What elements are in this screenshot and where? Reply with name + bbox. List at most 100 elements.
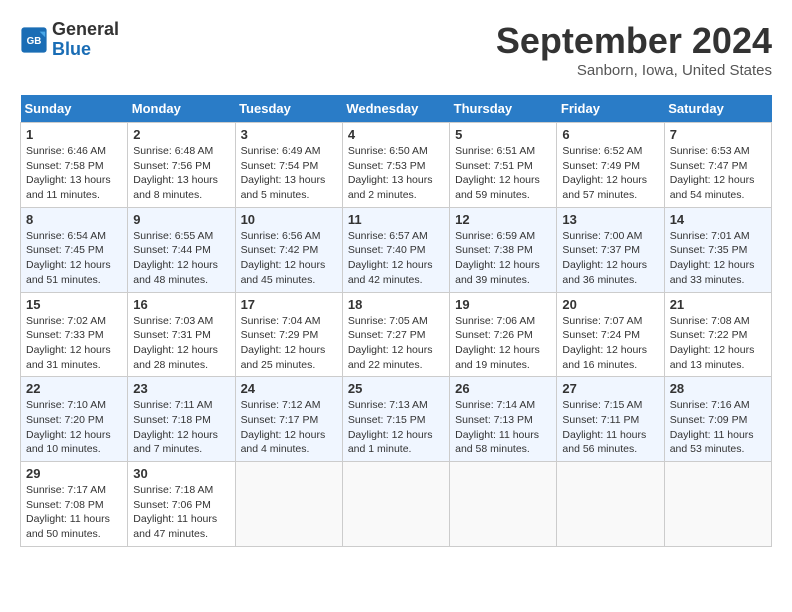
day-number: 10 — [241, 212, 337, 227]
day-info: Sunrise: 6:54 AM Sunset: 7:45 PM Dayligh… — [26, 229, 122, 288]
day-info: Sunrise: 6:59 AM Sunset: 7:38 PM Dayligh… — [455, 229, 551, 288]
day-info: Sunrise: 7:08 AM Sunset: 7:22 PM Dayligh… — [670, 314, 766, 373]
calendar-cell: 7 Sunrise: 6:53 AM Sunset: 7:47 PM Daylig… — [664, 123, 771, 208]
day-info: Sunrise: 7:18 AM Sunset: 7:06 PM Dayligh… — [133, 483, 229, 542]
day-number: 26 — [455, 381, 551, 396]
day-info: Sunrise: 7:16 AM Sunset: 7:09 PM Dayligh… — [670, 398, 766, 457]
calendar-cell: 26 Sunrise: 7:14 AM Sunset: 7:13 PM Dayli… — [450, 377, 557, 462]
day-number: 13 — [562, 212, 658, 227]
day-number: 6 — [562, 127, 658, 142]
day-number: 1 — [26, 127, 122, 142]
month-title: September 2024 — [496, 20, 772, 62]
day-number: 23 — [133, 381, 229, 396]
day-info: Sunrise: 6:53 AM Sunset: 7:47 PM Dayligh… — [670, 144, 766, 203]
day-info: Sunrise: 7:06 AM Sunset: 7:26 PM Dayligh… — [455, 314, 551, 373]
day-number: 27 — [562, 381, 658, 396]
day-number: 19 — [455, 297, 551, 312]
calendar-cell: 20Sunrise: 7:07 AM Sunset: 7:24 PM Dayli… — [557, 292, 664, 377]
header-row: SundayMondayTuesdayWednesdayThursdayFrid… — [21, 95, 772, 123]
day-info: Sunrise: 7:10 AM Sunset: 7:20 PM Dayligh… — [26, 398, 122, 457]
calendar-cell: 2 Sunrise: 6:48 AM Sunset: 7:56 PM Daylig… — [128, 123, 235, 208]
page-header: GB General Blue September 2024 Sanborn, … — [20, 20, 772, 79]
calendar-week-2: 8 Sunrise: 6:54 AM Sunset: 7:45 PM Daylig… — [21, 207, 772, 292]
calendar-cell: 15Sunrise: 7:02 AM Sunset: 7:33 PM Dayli… — [21, 292, 128, 377]
calendar-cell: 1 Sunrise: 6:46 AM Sunset: 7:58 PM Daylig… — [21, 123, 128, 208]
day-info: Sunrise: 6:55 AM Sunset: 7:44 PM Dayligh… — [133, 229, 229, 288]
day-number: 12 — [455, 212, 551, 227]
day-info: Sunrise: 7:13 AM Sunset: 7:15 PM Dayligh… — [348, 398, 444, 457]
calendar-cell: 16Sunrise: 7:03 AM Sunset: 7:31 PM Dayli… — [128, 292, 235, 377]
day-info: Sunrise: 7:05 AM Sunset: 7:27 PM Dayligh… — [348, 314, 444, 373]
calendar-cell: 24 Sunrise: 7:12 AM Sunset: 7:17 PM Dayli… — [235, 377, 342, 462]
day-number: 14 — [670, 212, 766, 227]
day-number: 15 — [26, 297, 122, 312]
calendar-cell: 25Sunrise: 7:13 AM Sunset: 7:15 PM Dayli… — [342, 377, 449, 462]
day-number: 5 — [455, 127, 551, 142]
day-info: Sunrise: 7:01 AM Sunset: 7:35 PM Dayligh… — [670, 229, 766, 288]
day-info: Sunrise: 6:56 AM Sunset: 7:42 PM Dayligh… — [241, 229, 337, 288]
calendar-cell: 27 Sunrise: 7:15 AM Sunset: 7:11 PM Dayli… — [557, 377, 664, 462]
calendar-cell: 8 Sunrise: 6:54 AM Sunset: 7:45 PM Daylig… — [21, 207, 128, 292]
calendar-week-5: 29Sunrise: 7:17 AM Sunset: 7:08 PM Dayli… — [21, 462, 772, 547]
calendar-cell: 19 Sunrise: 7:06 AM Sunset: 7:26 PM Dayli… — [450, 292, 557, 377]
logo-icon: GB — [20, 26, 48, 54]
day-info: Sunrise: 6:50 AM Sunset: 7:53 PM Dayligh… — [348, 144, 444, 203]
day-number: 18 — [348, 297, 444, 312]
day-number: 8 — [26, 212, 122, 227]
col-header-thursday: Thursday — [450, 95, 557, 123]
day-info: Sunrise: 7:15 AM Sunset: 7:11 PM Dayligh… — [562, 398, 658, 457]
day-number: 2 — [133, 127, 229, 142]
day-number: 28 — [670, 381, 766, 396]
calendar-cell: 30 Sunrise: 7:18 AM Sunset: 7:06 PM Dayli… — [128, 462, 235, 547]
calendar-cell: 5 Sunrise: 6:51 AM Sunset: 7:51 PM Daylig… — [450, 123, 557, 208]
calendar-cell: 6 Sunrise: 6:52 AM Sunset: 7:49 PM Daylig… — [557, 123, 664, 208]
calendar-cell: 21 Sunrise: 7:08 AM Sunset: 7:22 PM Dayli… — [664, 292, 771, 377]
day-number: 21 — [670, 297, 766, 312]
calendar-cell: 17Sunrise: 7:04 AM Sunset: 7:29 PM Dayli… — [235, 292, 342, 377]
day-number: 9 — [133, 212, 229, 227]
calendar-cell — [450, 462, 557, 547]
day-number: 4 — [348, 127, 444, 142]
col-header-sunday: Sunday — [21, 95, 128, 123]
calendar-cell: 14 Sunrise: 7:01 AM Sunset: 7:35 PM Dayli… — [664, 207, 771, 292]
day-info: Sunrise: 6:46 AM Sunset: 7:58 PM Dayligh… — [26, 144, 122, 203]
day-info: Sunrise: 7:07 AM Sunset: 7:24 PM Dayligh… — [562, 314, 658, 373]
day-info: Sunrise: 7:00 AM Sunset: 7:37 PM Dayligh… — [562, 229, 658, 288]
day-info: Sunrise: 6:51 AM Sunset: 7:51 PM Dayligh… — [455, 144, 551, 203]
day-info: Sunrise: 6:49 AM Sunset: 7:54 PM Dayligh… — [241, 144, 337, 203]
day-info: Sunrise: 7:14 AM Sunset: 7:13 PM Dayligh… — [455, 398, 551, 457]
day-number: 3 — [241, 127, 337, 142]
calendar-week-1: 1 Sunrise: 6:46 AM Sunset: 7:58 PM Daylig… — [21, 123, 772, 208]
calendar-cell: 9 Sunrise: 6:55 AM Sunset: 7:44 PM Daylig… — [128, 207, 235, 292]
day-number: 22 — [26, 381, 122, 396]
calendar-cell: 4 Sunrise: 6:50 AM Sunset: 7:53 PM Daylig… — [342, 123, 449, 208]
calendar-cell — [342, 462, 449, 547]
calendar-cell: 18 Sunrise: 7:05 AM Sunset: 7:27 PM Dayli… — [342, 292, 449, 377]
title-block: September 2024 Sanborn, Iowa, United Sta… — [496, 20, 772, 79]
logo-text: General Blue — [52, 20, 119, 60]
calendar-week-4: 22 Sunrise: 7:10 AM Sunset: 7:20 PM Dayli… — [21, 377, 772, 462]
calendar-cell: 23Sunrise: 7:11 AM Sunset: 7:18 PM Dayli… — [128, 377, 235, 462]
calendar-cell — [557, 462, 664, 547]
calendar-cell: 29Sunrise: 7:17 AM Sunset: 7:08 PM Dayli… — [21, 462, 128, 547]
day-number: 17 — [241, 297, 337, 312]
day-info: Sunrise: 7:03 AM Sunset: 7:31 PM Dayligh… — [133, 314, 229, 373]
day-number: 11 — [348, 212, 444, 227]
calendar-cell — [235, 462, 342, 547]
col-header-monday: Monday — [128, 95, 235, 123]
day-number: 30 — [133, 466, 229, 481]
location: Sanborn, Iowa, United States — [496, 62, 772, 79]
day-number: 7 — [670, 127, 766, 142]
calendar-cell: 10 Sunrise: 6:56 AM Sunset: 7:42 PM Dayli… — [235, 207, 342, 292]
calendar-table: SundayMondayTuesdayWednesdayThursdayFrid… — [20, 95, 772, 547]
day-number: 24 — [241, 381, 337, 396]
calendar-cell: 11Sunrise: 6:57 AM Sunset: 7:40 PM Dayli… — [342, 207, 449, 292]
day-info: Sunrise: 6:52 AM Sunset: 7:49 PM Dayligh… — [562, 144, 658, 203]
day-info: Sunrise: 7:17 AM Sunset: 7:08 PM Dayligh… — [26, 483, 122, 542]
calendar-cell: 13 Sunrise: 7:00 AM Sunset: 7:37 PM Dayli… — [557, 207, 664, 292]
calendar-cell: 12 Sunrise: 6:59 AM Sunset: 7:38 PM Dayli… — [450, 207, 557, 292]
calendar-cell: 28 Sunrise: 7:16 AM Sunset: 7:09 PM Dayli… — [664, 377, 771, 462]
calendar-week-3: 15Sunrise: 7:02 AM Sunset: 7:33 PM Dayli… — [21, 292, 772, 377]
day-info: Sunrise: 7:12 AM Sunset: 7:17 PM Dayligh… — [241, 398, 337, 457]
day-info: Sunrise: 6:48 AM Sunset: 7:56 PM Dayligh… — [133, 144, 229, 203]
